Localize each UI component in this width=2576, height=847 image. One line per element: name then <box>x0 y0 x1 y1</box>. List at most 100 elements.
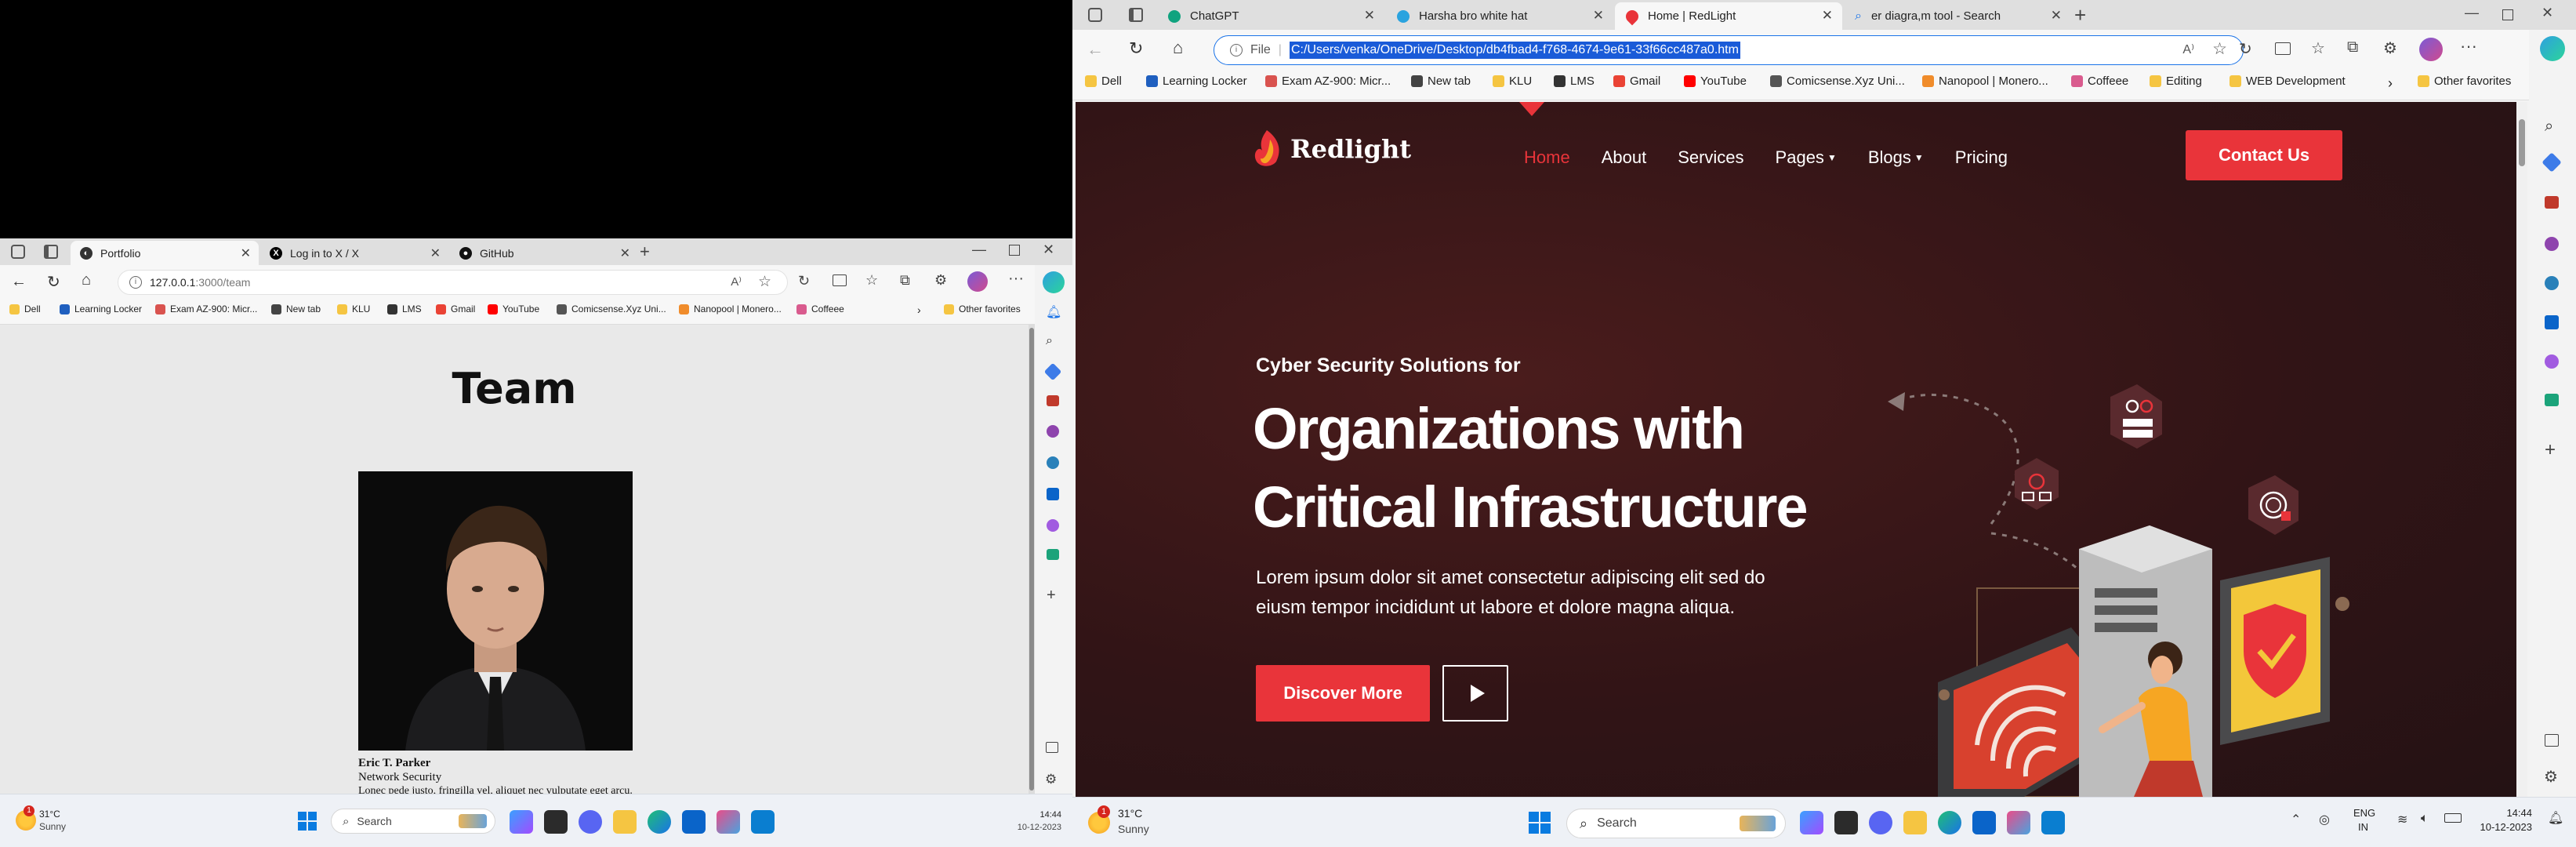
restore-icon[interactable] <box>2502 9 2513 20</box>
favorite-item[interactable]: New tab <box>1411 75 1471 88</box>
address-input[interactable]: i File | C:/Users/venka/OneDrive/Desktop… <box>1214 35 2244 65</box>
favorite-item[interactable]: Learning Locker <box>60 304 142 314</box>
close-window-icon[interactable]: ✕ <box>1043 242 1054 258</box>
favorite-item[interactable]: Exam AZ-900: Micr... <box>1265 75 1391 88</box>
read-aloud-icon[interactable]: A⁾ <box>2182 42 2194 57</box>
favorite-item[interactable]: Coffeee <box>2071 75 2128 88</box>
outlook-icon[interactable] <box>1047 488 1059 500</box>
battery-icon[interactable] <box>2444 813 2462 823</box>
profile-avatar[interactable] <box>967 271 988 292</box>
favorite-item[interactable]: Nanopool | Monero... <box>679 304 782 314</box>
close-tab-icon[interactable]: ✕ <box>1822 8 1833 24</box>
tab-x-login[interactable]: X Log in to X / X ✕ <box>260 241 448 265</box>
favorites-icon[interactable]: ☆ <box>865 272 878 289</box>
site-info-icon[interactable]: i <box>129 276 142 289</box>
extensions-icon[interactable]: ⚙ <box>934 272 947 289</box>
sidebar-settings-icon[interactable]: ⚙ <box>1045 772 1057 787</box>
favorite-item[interactable]: Editing <box>2150 75 2202 88</box>
nav-blogs[interactable]: Blogs ▼ <box>1868 147 1924 168</box>
scrollbar-thumb[interactable] <box>2519 119 2525 166</box>
favorite-item[interactable]: YouTube <box>1684 75 1747 88</box>
close-tab-icon[interactable]: ✕ <box>241 245 251 261</box>
vscode-icon[interactable] <box>751 810 775 834</box>
favorite-item[interactable]: LMS <box>387 304 422 314</box>
favorite-item[interactable]: Gmail <box>436 304 475 314</box>
nav-pages[interactable]: Pages ▼ <box>1776 147 1837 168</box>
play-video-button[interactable] <box>1442 665 1508 722</box>
minimize-icon[interactable]: — <box>972 242 986 258</box>
site-logo[interactable]: Redlight <box>1251 129 1411 169</box>
collections-icon[interactable]: ⧉ <box>2347 38 2358 56</box>
drop-icon[interactable] <box>1047 549 1059 560</box>
favorite-item[interactable]: LMS <box>1554 75 1595 88</box>
refresh-icon[interactable]: ↻ <box>47 272 60 292</box>
favorites-overflow-icon[interactable]: › <box>2388 75 2393 92</box>
copilot-icon[interactable] <box>1043 271 1065 293</box>
nav-about[interactable]: About <box>1602 147 1647 168</box>
favorite-star-icon[interactable]: ☆ <box>2212 39 2227 59</box>
other-favorites[interactable]: Other favorites <box>944 304 1021 314</box>
tab-github[interactable]: ● GitHub ✕ <box>450 241 638 265</box>
notifications-icon[interactable]: 🔔︎ <box>1046 304 1061 320</box>
network-status-icon[interactable]: ◎ <box>2319 812 2330 827</box>
copilot-taskbar-icon[interactable] <box>1800 811 1823 834</box>
favorite-item[interactable]: KLU <box>1493 75 1532 88</box>
favorites-icon[interactable]: ☆ <box>2311 38 2325 58</box>
edge-taskbar-icon[interactable] <box>648 810 671 834</box>
chat-app-icon[interactable] <box>579 810 602 834</box>
more-menu-icon[interactable]: ··· <box>2460 36 2477 56</box>
tab-chatgpt[interactable]: ChatGPT ✕ <box>1157 2 1384 30</box>
new-tab-icon[interactable]: + <box>2074 3 2086 27</box>
file-explorer-icon[interactable] <box>1903 811 1927 834</box>
back-icon[interactable]: ← <box>11 273 27 291</box>
task-view-icon[interactable] <box>544 810 568 834</box>
m365-icon[interactable] <box>1047 456 1059 469</box>
file-explorer-icon[interactable] <box>613 810 637 834</box>
split-screen-icon[interactable] <box>833 274 847 286</box>
favorite-item[interactable]: Learning Locker <box>1146 75 1247 88</box>
page-scrollbar[interactable] <box>1029 325 1035 794</box>
favorite-item[interactable]: Comicsense.Xyz Uni... <box>1770 75 1905 88</box>
read-aloud-icon[interactable]: A⁾ <box>731 274 742 289</box>
designer-icon[interactable] <box>2545 354 2559 369</box>
copilot-taskbar-icon[interactable] <box>510 810 533 834</box>
collections-icon[interactable]: ⧉ <box>900 272 910 289</box>
taskbar-search-box[interactable]: ⌕ Search <box>331 809 495 834</box>
edge-taskbar-icon[interactable] <box>1938 811 1961 834</box>
favorite-item[interactable]: Exam AZ-900: Micr... <box>155 304 257 314</box>
scrollbar-thumb[interactable] <box>1029 328 1034 791</box>
store-icon[interactable] <box>1972 811 1996 834</box>
wifi-icon[interactable]: ≋ <box>2397 812 2407 827</box>
favorite-item[interactable]: YouTube <box>488 304 539 314</box>
search-icon[interactable]: ⌕ <box>1046 334 1053 348</box>
sidebar-settings-icon[interactable]: ⚙ <box>2544 767 2558 787</box>
split-screen-icon[interactable] <box>2275 42 2291 55</box>
input-lang-2[interactable]: IN <box>2358 821 2368 833</box>
favorite-item[interactable]: Comicsense.Xyz Uni... <box>557 304 666 314</box>
nav-home[interactable]: Home <box>1524 147 1570 168</box>
tab-telegram[interactable]: Harsha bro white hat ✕ <box>1386 2 1613 30</box>
close-window-icon[interactable]: ✕ <box>2542 5 2553 21</box>
extensions-icon[interactable]: ⚙ <box>2383 38 2397 58</box>
m365-icon[interactable] <box>2545 276 2559 290</box>
profile-avatar[interactable] <box>2419 38 2443 61</box>
show-hidden-icons-icon[interactable]: ⌃ <box>2291 812 2301 827</box>
search-icon[interactable]: ⌕ <box>2545 118 2553 136</box>
new-tab-icon[interactable]: + <box>640 242 650 262</box>
favorite-item[interactable]: Gmail <box>1613 75 1660 88</box>
designer-icon[interactable] <box>1047 519 1059 532</box>
refresh-icon[interactable]: ↻ <box>1129 38 1143 59</box>
windows-start-icon[interactable] <box>298 812 317 831</box>
close-tab-icon[interactable]: ✕ <box>1593 8 1604 24</box>
tab-bing-search[interactable]: ⌕ er diagra,m tool - Search ✕ <box>1844 2 2071 30</box>
figma-icon[interactable] <box>717 810 740 834</box>
favorites-overflow-icon[interactable]: › <box>917 304 921 316</box>
home-icon[interactable]: ⌂ <box>82 271 91 289</box>
browser-essentials-icon[interactable]: ↻ <box>2239 39 2252 59</box>
add-sidebar-app-icon[interactable]: + <box>1047 587 1056 605</box>
copilot-icon[interactable] <box>2540 36 2565 61</box>
close-tab-icon[interactable]: ✕ <box>430 245 441 261</box>
close-tab-icon[interactable]: ✕ <box>620 245 630 261</box>
workspaces-icon[interactable] <box>1088 8 1102 22</box>
discover-more-button[interactable]: Discover More <box>1256 665 1430 722</box>
